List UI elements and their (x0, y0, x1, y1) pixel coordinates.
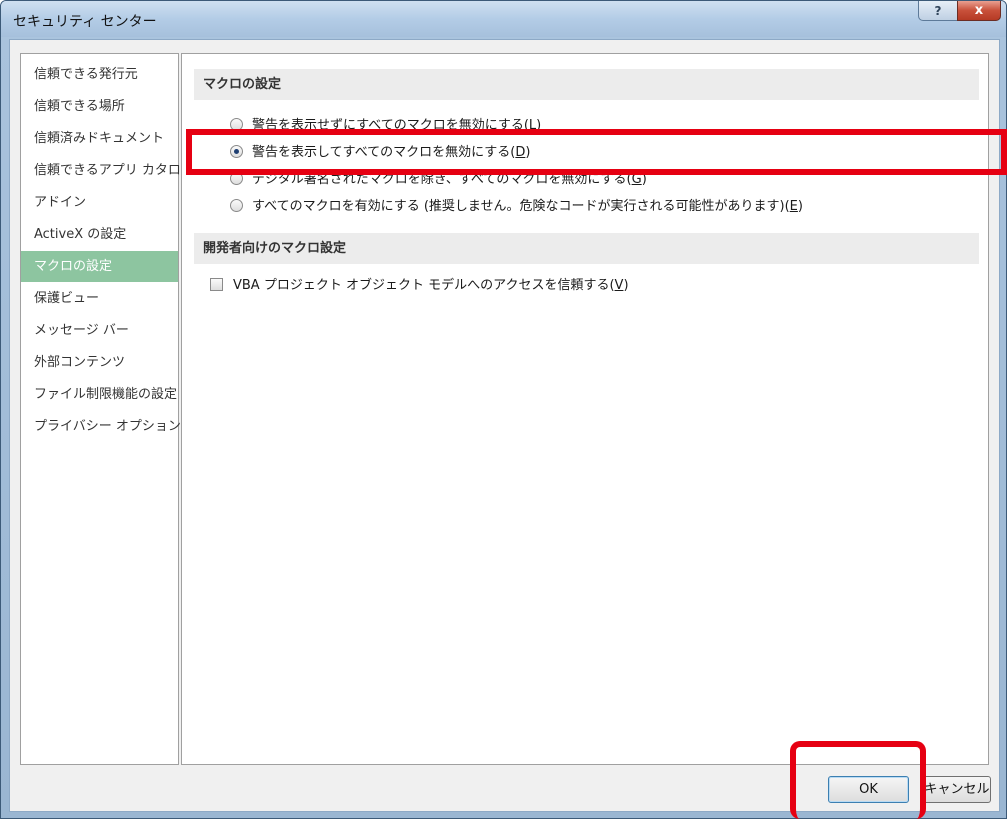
security-center-window: セキュリティ センター ? x 信頼できる発行元 信頼できる場所 信頼済みドキュ… (0, 0, 1007, 819)
sidebar-item-activex-settings[interactable]: ActiveX の設定 (21, 219, 178, 250)
radio-enable-all-macros[interactable]: すべてのマクロを有効にする (推奨しません。危険なコードが実行される可能性があり… (230, 197, 803, 217)
radio-disable-with-notification[interactable]: 警告を表示してすべてのマクロを無効にする(D) (230, 143, 530, 163)
checkbox-icon[interactable] (210, 278, 223, 291)
main-panel: マクロの設定 警告を表示せずにすべてのマクロを無効にする(L) 警告を表示してす… (181, 53, 989, 765)
sidebar-item-message-bar[interactable]: メッセージ バー (21, 315, 178, 346)
sidebar-item-external-content[interactable]: 外部コンテンツ (21, 347, 178, 378)
cancel-button[interactable]: キャンセル (923, 776, 991, 803)
title-bar[interactable]: セキュリティ センター ? x (1, 1, 1006, 37)
sidebar-item-add-ins[interactable]: アドイン (21, 187, 178, 218)
sidebar-item-file-block-settings[interactable]: ファイル制限機能の設定 (21, 379, 178, 410)
radio-disable-except-signed[interactable]: デジタル署名されたマクロを除き、すべてのマクロを無効にする(G) (230, 170, 647, 190)
sidebar-item-trusted-app-catalogs[interactable]: 信頼できるアプリ カタログ (21, 155, 194, 186)
sidebar-item-protected-view[interactable]: 保護ビュー (21, 283, 178, 314)
sidebar-item-trusted-publishers[interactable]: 信頼できる発行元 (21, 59, 178, 90)
close-icon[interactable]: x (957, 1, 1001, 21)
sidebar-item-privacy-options[interactable]: プライバシー オプション (21, 411, 181, 442)
dialog-client-area: 信頼できる発行元 信頼できる場所 信頼済みドキュメント 信頼できるアプリ カタロ… (9, 39, 1000, 812)
developer-macro-settings-header: 開発者向けのマクロ設定 (194, 233, 979, 264)
radio-button-checked-icon[interactable] (230, 145, 243, 158)
ok-button[interactable]: OK (828, 776, 909, 803)
radio-button-icon[interactable] (230, 172, 243, 185)
radio-disable-no-notification[interactable]: 警告を表示せずにすべてのマクロを無効にする(L) (230, 116, 541, 136)
help-icon[interactable]: ? (918, 1, 958, 21)
sidebar-item-trusted-locations[interactable]: 信頼できる場所 (21, 91, 178, 122)
sidebar-item-macro-settings[interactable]: マクロの設定 (21, 251, 178, 282)
window-title: セキュリティ センター (13, 14, 157, 30)
radio-button-icon[interactable] (230, 118, 243, 131)
radio-button-icon[interactable] (230, 199, 243, 212)
sidebar-nav: 信頼できる発行元 信頼できる場所 信頼済みドキュメント 信頼できるアプリ カタロ… (20, 53, 194, 765)
sidebar-item-trusted-documents[interactable]: 信頼済みドキュメント (21, 123, 178, 154)
checkbox-trust-vba-access[interactable]: VBA プロジェクト オブジェクト モデルへのアクセスを信頼する(V) (210, 276, 629, 296)
macro-settings-header: マクロの設定 (194, 69, 979, 100)
